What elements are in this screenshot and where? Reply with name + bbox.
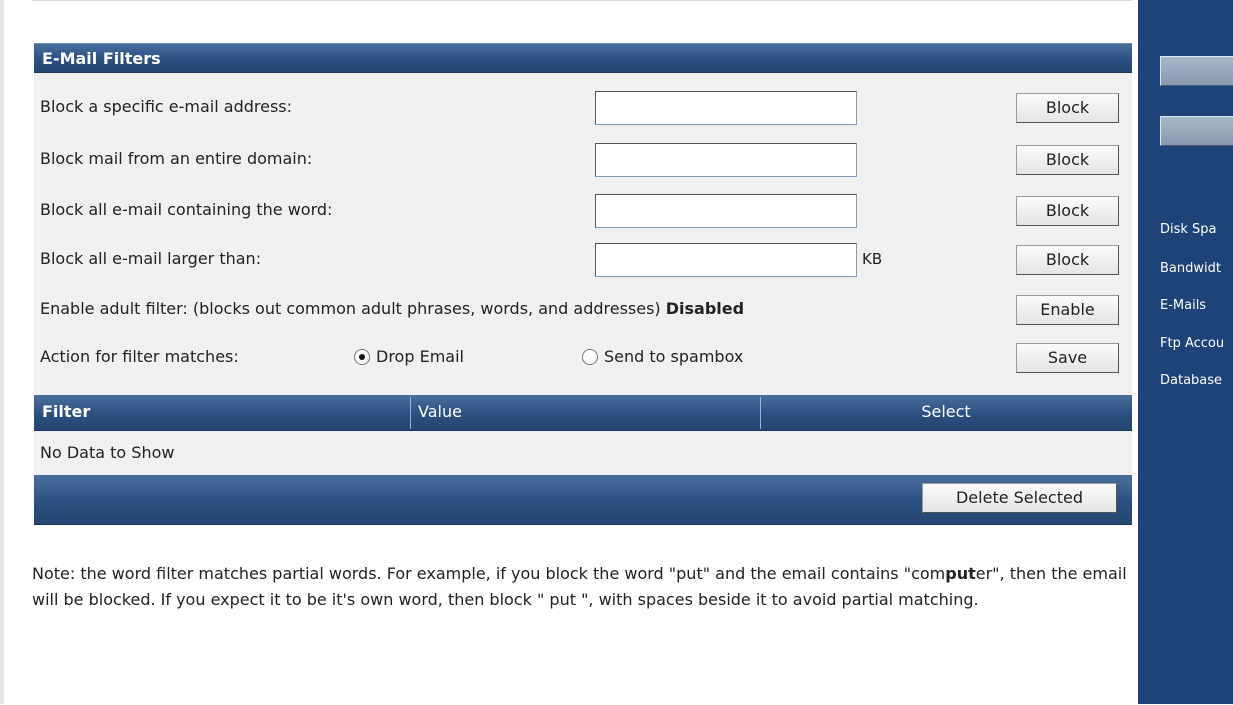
block-address-label: Block a specific e-mail address: [40, 97, 293, 116]
filter-form: Block a specific e-mail address: Block B… [34, 73, 1132, 395]
sidebar-stat-databases: Database [1160, 373, 1223, 388]
no-data-text: No Data to Show [40, 443, 175, 462]
sidebar-stat-emails: E-Mails [1160, 298, 1207, 313]
block-size-input[interactable] [595, 243, 857, 277]
send-to-spambox-radio[interactable] [582, 349, 598, 365]
save-action-button[interactable]: Save [1016, 343, 1119, 373]
word-filter-note: Note: the word filter matches partial wo… [32, 561, 1132, 613]
adult-filter-text: Enable adult filter: (blocks out common … [40, 299, 661, 318]
panel-header: E-Mail Filters [34, 43, 1132, 73]
block-address-input[interactable] [595, 91, 857, 125]
filters-table-header: Filter Value Select [34, 395, 1132, 431]
adult-filter-status: Disabled [665, 299, 745, 318]
sidebar-button-1[interactable] [1160, 56, 1233, 86]
block-address-button[interactable]: Block [1016, 93, 1119, 123]
block-word-row: Block all e-mail containing the word: Bl… [34, 192, 1132, 232]
block-domain-row: Block mail from an entire domain: Block [34, 141, 1132, 181]
block-word-label: Block all e-mail containing the word: [40, 200, 333, 219]
table-empty-row: No Data to Show [34, 431, 1132, 475]
action-label: Action for filter matches: [40, 347, 239, 366]
email-filters-panel: E-Mail Filters Block a specific e-mail a… [32, 0, 1132, 705]
block-size-button[interactable]: Block [1016, 245, 1119, 275]
block-address-row: Block a specific e-mail address: Block [34, 89, 1132, 129]
column-select: Select [921, 402, 971, 421]
adult-filter-row: Enable adult filter: (blocks out common … [34, 291, 1132, 331]
block-size-label: Block all e-mail larger than: [40, 249, 262, 268]
drop-email-label[interactable]: Drop Email [376, 347, 464, 366]
panel-title: E-Mail Filters [42, 49, 161, 68]
action-row: Action for filter matches: Drop Email Se… [34, 339, 1132, 379]
radio-selected-dot [359, 354, 365, 360]
sidebar-button-2[interactable] [1160, 116, 1233, 146]
column-value: Value [418, 402, 462, 421]
block-domain-label: Block mail from an entire domain: [40, 149, 313, 168]
send-to-spambox-label[interactable]: Send to spambox [604, 347, 743, 366]
right-sidebar: Disk Spa Bandwidt E-Mails Ftp Accou Data… [1138, 0, 1233, 704]
size-unit-label: KB [862, 250, 883, 268]
table-footer: Delete Selected [34, 475, 1132, 525]
column-filter: Filter [42, 402, 91, 421]
block-size-row: Block all e-mail larger than: KB Block [34, 241, 1132, 281]
block-word-input[interactable] [595, 194, 857, 228]
note-bold-word: put [945, 564, 976, 583]
adult-filter-label: Enable adult filter: (blocks out common … [40, 299, 744, 318]
sidebar-stat-ftp-accounts: Ftp Accou [1160, 336, 1225, 351]
block-domain-input[interactable] [595, 143, 857, 177]
left-border [0, 0, 4, 704]
block-word-button[interactable]: Block [1016, 196, 1119, 226]
note-text-start: Note: the word filter matches partial wo… [32, 564, 946, 583]
drop-email-radio[interactable] [354, 349, 370, 365]
enable-adult-filter-button[interactable]: Enable [1016, 295, 1119, 325]
sidebar-stat-disk-space: Disk Spa [1160, 222, 1217, 237]
block-domain-button[interactable]: Block [1016, 145, 1119, 175]
sidebar-stat-bandwidth: Bandwidt [1160, 261, 1221, 276]
delete-selected-button[interactable]: Delete Selected [922, 483, 1117, 513]
column-divider [410, 397, 411, 429]
